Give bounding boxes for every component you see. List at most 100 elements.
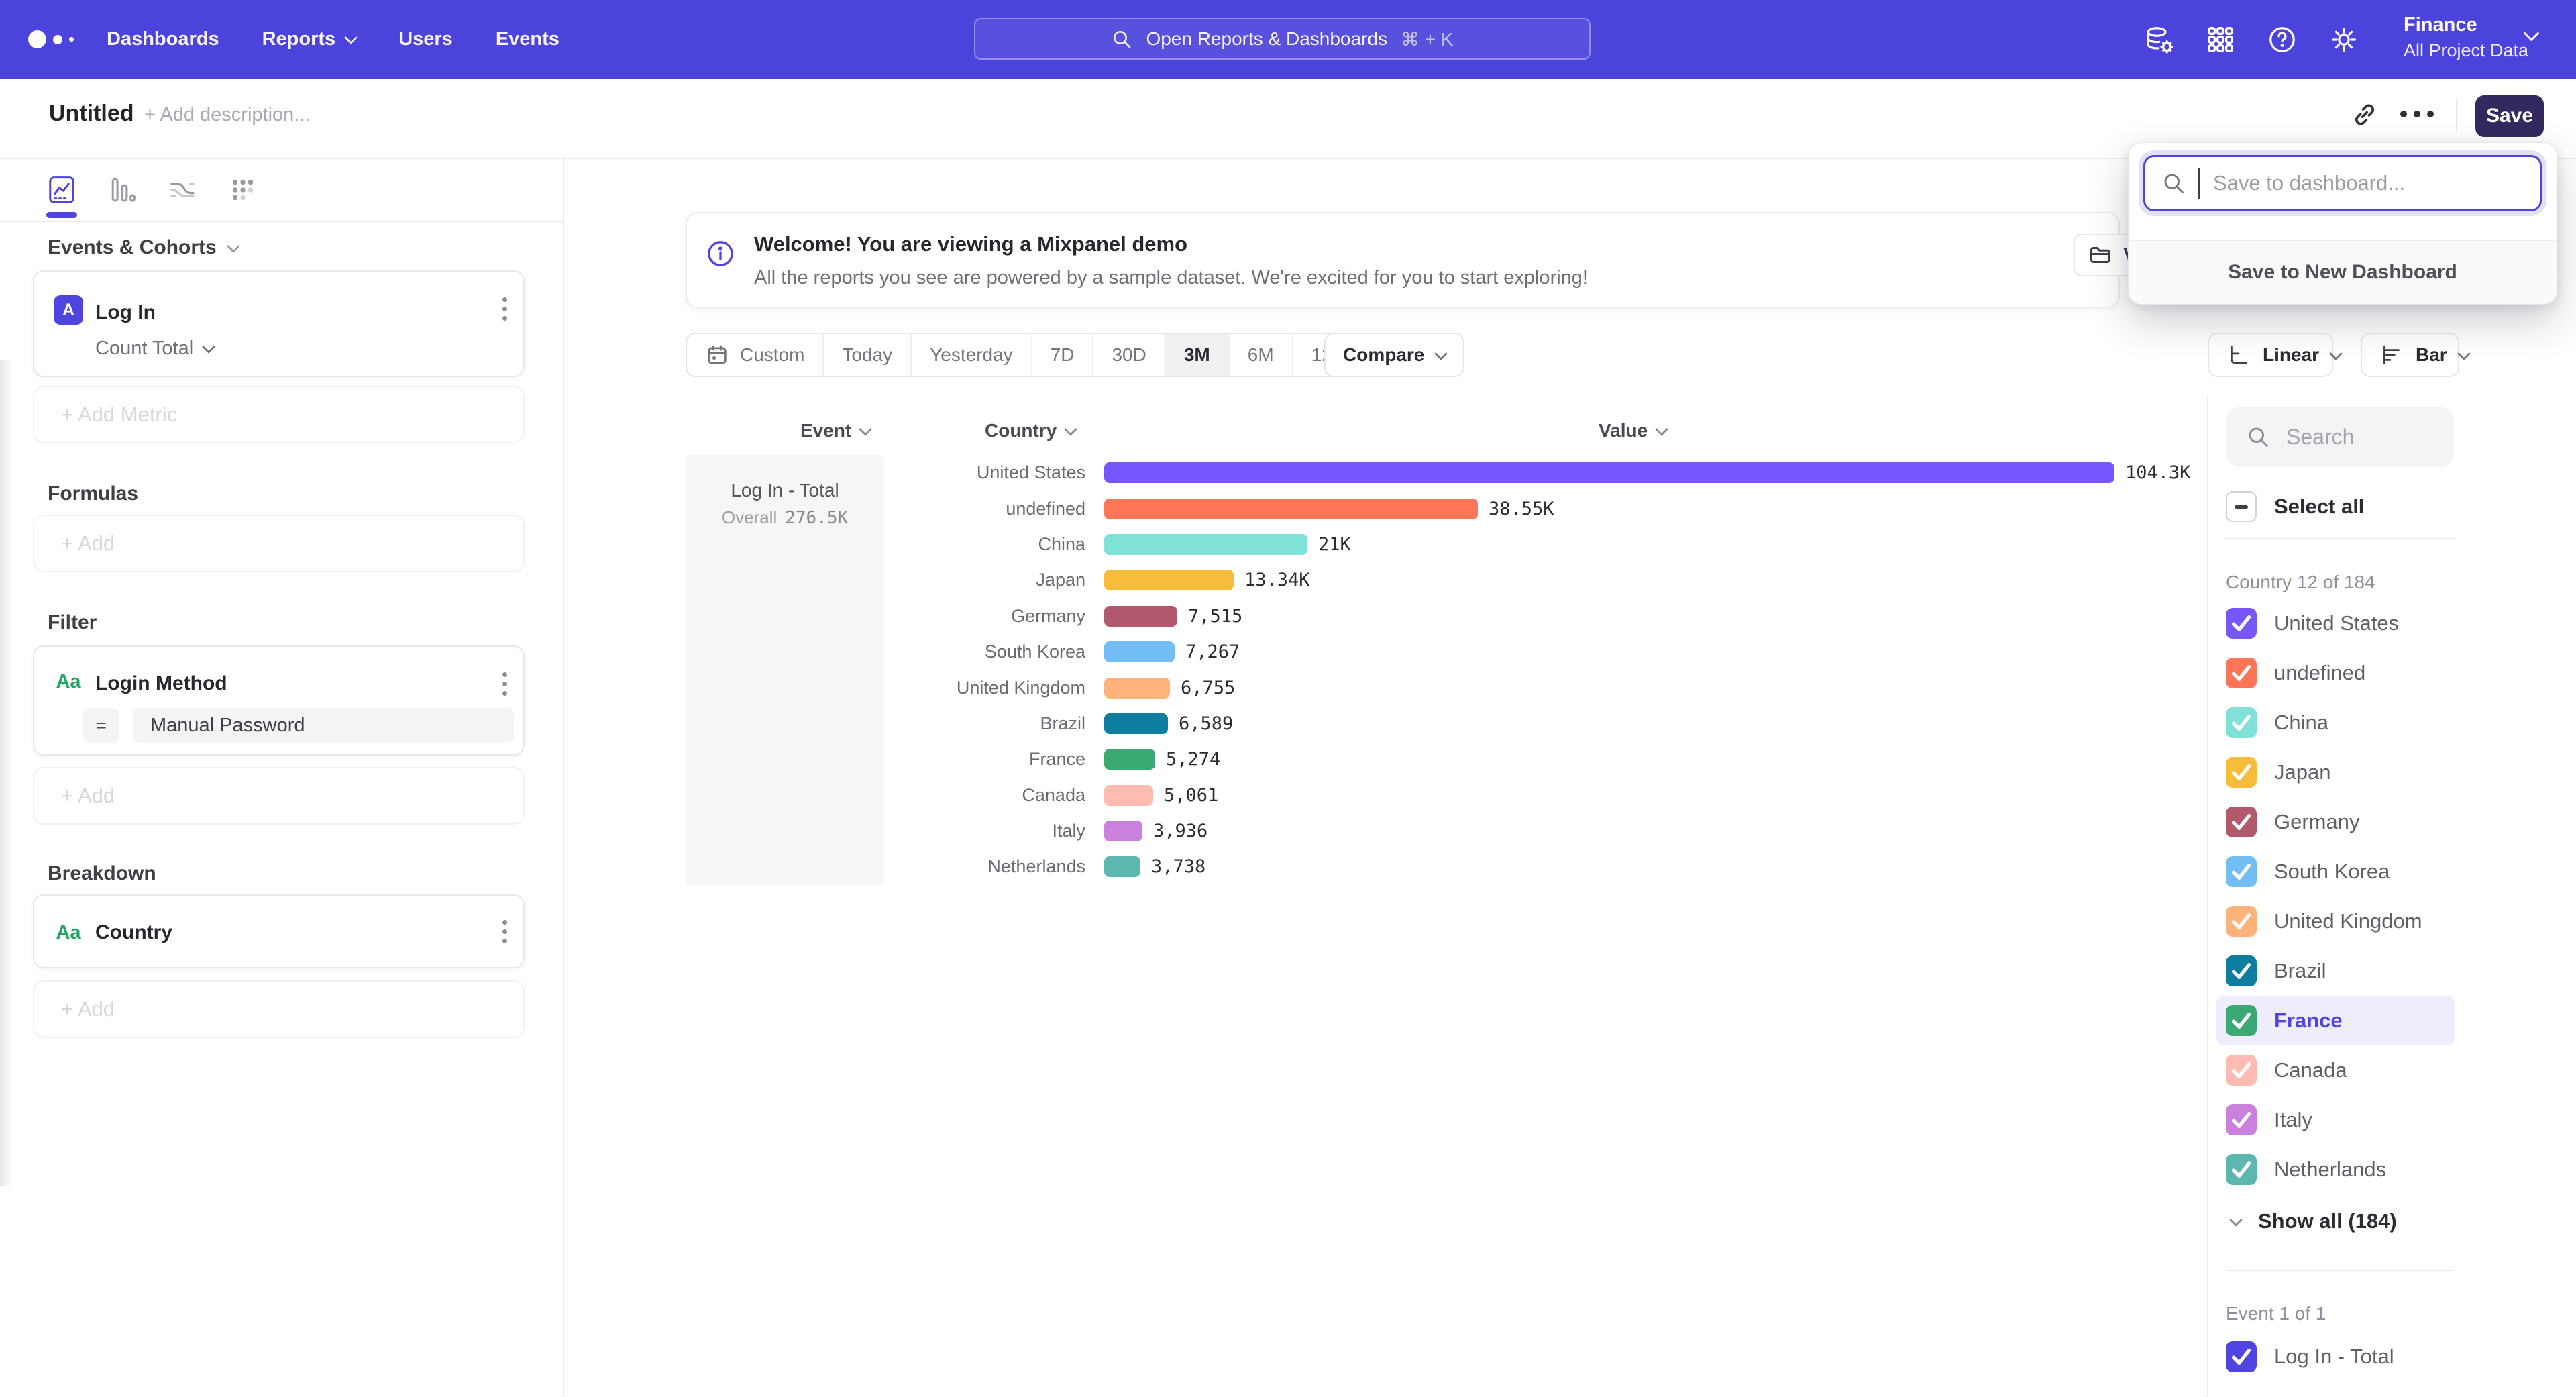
tab-flows-icon[interactable] — [167, 174, 198, 205]
compare-dropdown[interactable]: Compare — [1324, 333, 1464, 377]
legend-search-input[interactable] — [2285, 424, 2435, 450]
metric-name: Log In — [95, 301, 156, 324]
nav-item-events[interactable]: Events — [496, 28, 559, 50]
save-button[interactable]: Save — [2475, 95, 2544, 137]
bar[interactable] — [1104, 678, 1170, 698]
country-checkbox-checked[interactable] — [2226, 856, 2257, 887]
country-checkbox-checked[interactable] — [2226, 1005, 2257, 1036]
column-header-country[interactable]: Country — [985, 420, 1075, 442]
country-checkbox-checked[interactable] — [2226, 1055, 2257, 1086]
country-legend-row[interactable]: undefined — [2226, 648, 2576, 698]
project-switcher[interactable]: Finance All Project Data — [2404, 14, 2528, 61]
show-all-button[interactable]: Show all (184) — [2226, 1204, 2576, 1239]
chevron-down-icon — [1655, 423, 1668, 436]
add-breakdown-button[interactable]: + Add — [33, 980, 525, 1038]
country-checkbox-checked[interactable] — [2226, 1154, 2257, 1185]
add-filter-button[interactable]: + Add — [33, 767, 525, 825]
event-checkbox-checked[interactable] — [2226, 1341, 2257, 1372]
breakdown-card-country[interactable]: Aa Country — [33, 894, 525, 968]
save-dashboard-input[interactable] — [2212, 170, 2510, 196]
country-legend-row[interactable]: Netherlands — [2226, 1145, 2576, 1194]
bar[interactable] — [1104, 606, 1177, 627]
range-30d[interactable]: 30D — [1093, 334, 1165, 376]
column-header-value[interactable]: Value — [1599, 420, 1666, 442]
country-checkbox-checked[interactable] — [2226, 608, 2257, 639]
country-legend-row[interactable]: Canada — [2226, 1045, 2576, 1095]
bar[interactable] — [1104, 499, 1478, 519]
bar[interactable] — [1104, 641, 1175, 662]
chart-type-dropdown[interactable]: Bar — [2361, 333, 2459, 377]
country-legend-row[interactable]: Brazil — [2226, 946, 2576, 996]
country-checkbox-checked[interactable] — [2226, 757, 2257, 788]
country-checkbox-checked[interactable] — [2226, 906, 2257, 937]
range-today[interactable]: Today — [824, 334, 912, 376]
range-3m-active[interactable]: 3M — [1166, 334, 1230, 376]
bar[interactable] — [1104, 856, 1140, 877]
add-description-button[interactable]: + Add description... — [144, 104, 310, 126]
bar-value: 3,936 — [1153, 821, 1208, 841]
metric-options-kebab-icon[interactable] — [502, 297, 507, 321]
filter-options-kebab-icon[interactable] — [502, 672, 507, 696]
country-checkbox-checked[interactable] — [2226, 1104, 2257, 1135]
filter-card-login-method[interactable]: Aa Login Method = Manual Password — [33, 645, 525, 756]
nav-item-users[interactable]: Users — [398, 28, 453, 50]
save-dashboard-search-field[interactable] — [2143, 155, 2542, 211]
tab-funnels-icon[interactable] — [107, 174, 138, 205]
country-checkbox-checked[interactable] — [2226, 658, 2257, 688]
nav-item-dashboards[interactable]: Dashboards — [107, 28, 219, 50]
country-legend-row[interactable]: Germany — [2226, 797, 2576, 847]
metric-card-log-in[interactable]: A Log In Count Total — [33, 270, 525, 377]
nav-item-reports[interactable]: Reports — [262, 28, 356, 50]
add-formula-button[interactable]: + Add — [33, 515, 525, 572]
select-all-checkbox-indeterminate[interactable] — [2226, 491, 2257, 522]
country-legend-row[interactable]: United States — [2226, 599, 2576, 648]
country-legend-row[interactable]: United Kingdom — [2226, 896, 2576, 946]
more-options-button[interactable] — [2400, 111, 2434, 117]
bar[interactable] — [1104, 749, 1155, 770]
copy-link-icon[interactable] — [2350, 100, 2379, 130]
bar[interactable] — [1104, 534, 1307, 555]
breakdown-options-kebab-icon[interactable] — [502, 920, 507, 943]
country-legend-row[interactable]: France — [2216, 996, 2455, 1045]
bar[interactable] — [1104, 821, 1142, 841]
bar[interactable] — [1104, 713, 1168, 734]
mixpanel-logo-icon[interactable] — [28, 0, 74, 79]
filter-operator-chip[interactable]: = — [83, 708, 119, 743]
search-icon — [1111, 28, 1132, 50]
global-search-button[interactable]: Open Reports & Dashboards ⌘ + K — [974, 18, 1591, 60]
settings-gear-icon[interactable] — [2328, 24, 2359, 55]
range-7d[interactable]: 7D — [1032, 334, 1094, 376]
apps-grid-icon[interactable] — [2205, 24, 2236, 55]
save-to-new-dashboard-button[interactable]: Save to New Dashboard — [2129, 241, 2557, 304]
tab-insights-icon[interactable] — [46, 174, 77, 205]
aggregation-dropdown[interactable]: Count Total — [95, 338, 213, 360]
country-legend-row[interactable]: China — [2226, 698, 2576, 747]
country-legend-row[interactable]: Italy — [2226, 1095, 2576, 1145]
filter-value-select[interactable]: Manual Password — [133, 708, 514, 743]
country-checkbox-checked[interactable] — [2226, 707, 2257, 738]
bar-chart-icon — [2379, 343, 2404, 367]
event-legend-row[interactable]: Log In - Total — [2226, 1339, 2576, 1374]
column-header-event[interactable]: Event — [800, 420, 870, 442]
bar[interactable] — [1104, 462, 2114, 483]
bar-value: 7,515 — [1188, 606, 1242, 627]
data-management-icon[interactable] — [2143, 24, 2174, 55]
add-metric-button[interactable]: + Add Metric — [33, 386, 525, 443]
report-title[interactable]: Untitled — [49, 101, 134, 127]
help-icon[interactable] — [2267, 24, 2298, 55]
scale-dropdown[interactable]: Linear — [2208, 333, 2333, 377]
range-custom[interactable]: Custom — [687, 334, 824, 376]
legend-search-box[interactable] — [2226, 407, 2454, 467]
range-6m[interactable]: 6M — [1230, 334, 1293, 376]
bar[interactable] — [1104, 785, 1153, 806]
save-to-dashboard-popup: Save to New Dashboard — [2128, 142, 2557, 305]
range-yesterday[interactable]: Yesterday — [912, 334, 1032, 376]
country-checkbox-checked[interactable] — [2226, 955, 2257, 986]
country-checkbox-checked[interactable] — [2226, 807, 2257, 837]
country-legend-row[interactable]: South Korea — [2226, 847, 2576, 896]
select-all-row[interactable]: Select all — [2226, 491, 2576, 522]
bar[interactable] — [1104, 570, 1234, 590]
events-cohorts-header[interactable]: Events & Cohorts — [48, 236, 525, 259]
tab-retention-icon[interactable] — [227, 174, 258, 205]
country-legend-row[interactable]: Japan — [2226, 747, 2576, 797]
